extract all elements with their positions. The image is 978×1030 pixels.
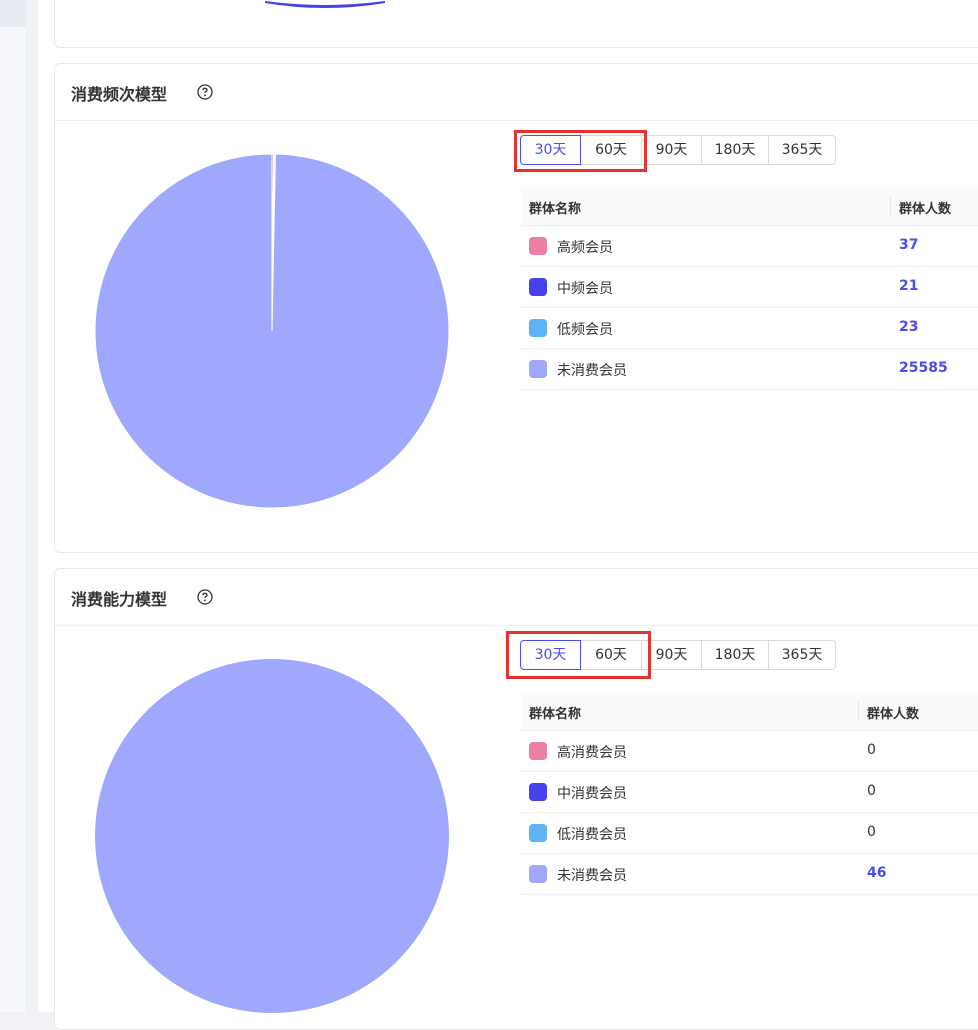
group-count-link[interactable]: 25585 — [899, 360, 948, 376]
card-header: 消费能力模型 — [55, 569, 978, 626]
range-180-days[interactable]: 180天 — [702, 135, 769, 165]
table-row: 未消费会员 25585 — [521, 349, 978, 390]
group-table: 群体名称 群体人数 高消费会员 0 中消费会员 0 低消费会员 0 未消费会员 … — [521, 692, 978, 895]
capacity-model-card: 消费能力模型 30天 60天 90天 180天 365天 群体名称 群体人数 高… — [54, 568, 978, 1030]
card-header: 消费频次模型 — [55, 64, 978, 121]
table-row: 高频会员 37 — [521, 226, 978, 267]
range-365-days[interactable]: 365天 — [769, 135, 836, 165]
column-divider — [858, 701, 859, 721]
column-header-group-count: 群体人数 — [899, 202, 952, 217]
group-count: 0 — [867, 824, 876, 840]
group-name: 高频会员 — [557, 240, 613, 256]
column-divider — [890, 196, 891, 216]
annotation-highlight-box — [514, 130, 647, 172]
group-name: 低频会员 — [557, 322, 613, 338]
table-row: 低消费会员 0 — [521, 813, 978, 854]
group-name: 低消费会员 — [557, 827, 627, 843]
legend-swatch — [529, 360, 547, 378]
group-name: 中频会员 — [557, 281, 613, 297]
previous-model-card — [54, 0, 978, 48]
group-name: 未消费会员 — [557, 868, 627, 884]
annotation-highlight-box — [506, 631, 651, 679]
group-count-link[interactable]: 21 — [899, 278, 918, 294]
group-name: 未消费会员 — [557, 363, 627, 379]
question-circle-icon[interactable] — [197, 589, 213, 605]
group-count-link[interactable]: 23 — [899, 319, 918, 335]
legend-swatch — [529, 865, 547, 883]
group-table: 群体名称 群体人数 高频会员 37 中频会员 21 低频会员 23 未消费会员 … — [521, 187, 978, 390]
column-header-group-count: 群体人数 — [867, 707, 920, 722]
group-name: 中消费会员 — [557, 786, 627, 802]
table-header: 群体名称 群体人数 — [521, 187, 978, 226]
sidebar — [0, 0, 27, 1012]
table-row: 中消费会员 0 — [521, 772, 978, 813]
table-row: 高消费会员 0 — [521, 731, 978, 772]
group-count: 0 — [867, 742, 876, 758]
card-title: 消费频次模型 — [71, 85, 168, 104]
legend-swatch — [529, 237, 547, 255]
pie-slice-4[interactable] — [94, 154, 450, 509]
previous-pie-bottom — [265, 1, 385, 8]
frequency-model-card: 消费频次模型 30天 60天 90天 180天 365天 群体名称 群体人数 高… — [54, 63, 978, 553]
group-name: 高消费会员 — [557, 745, 627, 761]
column-header-group-name: 群体名称 — [529, 707, 582, 722]
range-90-days[interactable]: 90天 — [642, 640, 702, 670]
table-row: 未消费会员 46 — [521, 854, 978, 895]
group-count: 0 — [867, 783, 876, 799]
legend-swatch — [529, 824, 547, 842]
legend-swatch — [529, 278, 547, 296]
sidebar-active-item[interactable] — [0, 0, 26, 27]
table-row: 中频会员 21 — [521, 267, 978, 308]
range-90-days[interactable]: 90天 — [642, 135, 702, 165]
legend-swatch — [529, 783, 547, 801]
table-row: 低频会员 23 — [521, 308, 978, 349]
table-header: 群体名称 群体人数 — [521, 692, 978, 731]
frequency-pie-chart[interactable] — [93, 154, 453, 514]
group-count-link[interactable]: 46 — [867, 865, 886, 881]
range-180-days[interactable]: 180天 — [702, 640, 769, 670]
pie-slice-4[interactable] — [95, 659, 449, 1013]
question-circle-icon[interactable] — [197, 84, 213, 100]
capacity-pie-chart[interactable] — [93, 659, 453, 1019]
column-header-group-name: 群体名称 — [529, 202, 582, 217]
legend-swatch — [529, 319, 547, 337]
range-365-days[interactable]: 365天 — [769, 640, 836, 670]
group-count-link[interactable]: 37 — [899, 237, 918, 253]
card-title: 消费能力模型 — [71, 590, 168, 609]
legend-swatch — [529, 742, 547, 760]
